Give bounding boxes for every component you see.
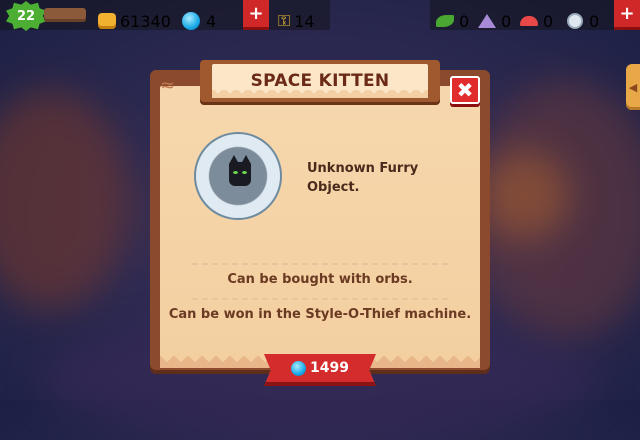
item-description: Unknown Furry Object. — [307, 161, 419, 195]
side-panel-tab[interactable]: ◀ — [626, 64, 640, 110]
buy-price-button[interactable]: 1499 — [264, 354, 376, 386]
space-kitten-icon — [229, 155, 251, 186]
resource-count: 0 — [543, 11, 554, 31]
crystal-icon — [478, 13, 496, 29]
gold-counter: 61340 — [98, 6, 171, 36]
acquire-info-orbs: Can be bought with orbs. — [227, 272, 413, 287]
orb-icon — [291, 360, 307, 376]
dialog-panel — [160, 86, 480, 368]
key-amount: 14 — [294, 11, 315, 31]
key-counter: ⚿ 14 — [278, 6, 315, 36]
gold-coin-icon — [98, 13, 116, 29]
wave-decoration-icon: ≈ — [160, 75, 176, 96]
background-blob — [480, 150, 570, 240]
orb-amount: 4 — [206, 11, 217, 31]
resource-count: 0 — [501, 11, 512, 31]
acquire-info-machine: Can be won in the Style-O-Thief machine. — [168, 307, 472, 322]
cat-eye — [233, 171, 238, 174]
orb-counter: 4 — [182, 6, 216, 36]
key-icon: ⚿ — [278, 11, 291, 30]
resource-mushroom: 0 — [520, 6, 553, 36]
divider — [192, 298, 448, 300]
resource-count: 0 — [589, 11, 600, 31]
divider — [192, 263, 448, 265]
close-button[interactable]: ✖ — [450, 76, 480, 104]
resource-compass: 0 — [566, 6, 599, 36]
resource-leaf: 0 — [436, 6, 469, 36]
compass-icon — [566, 13, 584, 29]
buy-orbs-button[interactable]: + — [243, 0, 269, 30]
gold-amount: 61340 — [120, 11, 171, 31]
buy-resources-button[interactable]: + — [614, 0, 640, 30]
leaf-icon — [436, 13, 454, 29]
dialog-title: SPACE KITTEN — [250, 71, 390, 91]
background-blob — [0, 90, 130, 310]
orb-icon — [182, 12, 200, 30]
resource-crystal: 0 — [478, 6, 511, 36]
xp-bar — [44, 8, 86, 22]
price-amount: 1499 — [310, 360, 349, 376]
cat-eye — [242, 171, 247, 174]
mushroom-icon — [520, 13, 538, 29]
resource-count: 0 — [459, 11, 470, 31]
